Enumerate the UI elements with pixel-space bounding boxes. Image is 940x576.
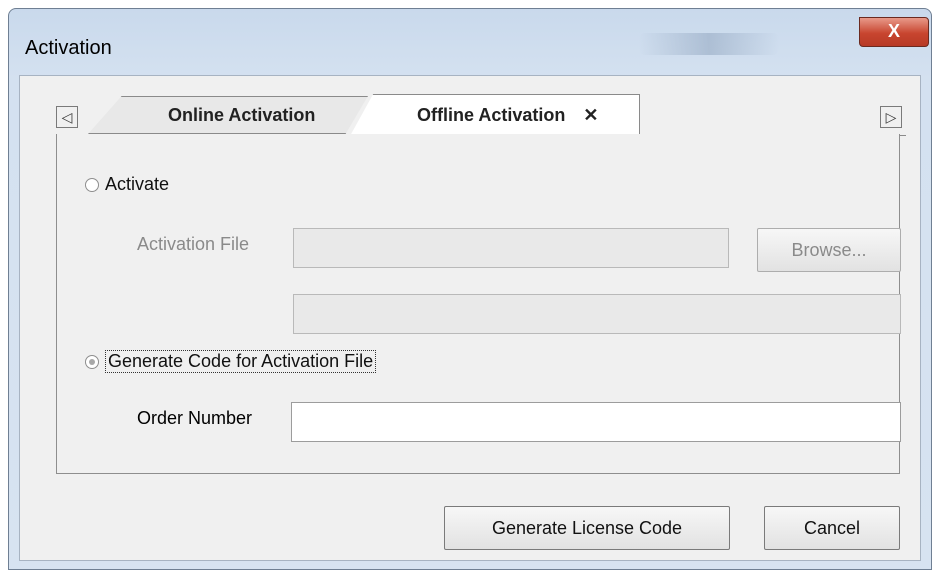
window-close-button[interactable]: X: [859, 17, 929, 47]
cancel-button[interactable]: Cancel: [764, 506, 900, 550]
tab-scroll-right-icon[interactable]: ▷: [880, 106, 902, 128]
generate-code-radio[interactable]: Generate Code for Activation File: [85, 350, 377, 373]
tab-scroll-left-icon[interactable]: ◁: [56, 106, 78, 128]
activate-radio-label: Activate: [105, 174, 170, 194]
activation-secondary-field[interactable]: [293, 294, 901, 334]
activation-window: Activation X ◁ Online Activation Offline…: [8, 8, 932, 570]
tab-offline-label: Offline Activation: [417, 105, 566, 125]
offline-activation-panel: Activate Activation File Browse... Gener…: [56, 134, 901, 474]
order-number-label: Order Number: [137, 408, 253, 428]
tab-online-label: Online Activation: [168, 105, 316, 125]
tab-close-icon[interactable]: ✕: [583, 105, 598, 125]
client-area: ◁ Online Activation Offline Activation ✕ …: [19, 75, 921, 561]
generate-license-code-button[interactable]: Generate License Code: [444, 506, 730, 550]
radio-checked-icon: [85, 354, 99, 369]
activation-file-label: Activation File: [137, 234, 250, 254]
browse-button[interactable]: Browse...: [757, 228, 901, 272]
tab-online-activation[interactable]: Online Activation: [88, 96, 368, 134]
window-title: Activation: [25, 37, 112, 59]
order-number-field[interactable]: [291, 402, 901, 442]
generate-code-radio-label: Generate Code for Activation File: [105, 350, 377, 373]
order-number-input[interactable]: [292, 403, 900, 441]
title-blur: [639, 33, 779, 55]
tab-offline-activation[interactable]: Offline Activation ✕: [350, 94, 640, 136]
title-bar: Activation X: [9, 9, 931, 69]
activate-radio[interactable]: Activate: [85, 174, 169, 195]
radio-unchecked-icon: [85, 177, 99, 192]
activation-file-input[interactable]: [294, 229, 728, 267]
activation-file-field[interactable]: [293, 228, 729, 268]
activation-secondary-input[interactable]: [294, 295, 900, 333]
